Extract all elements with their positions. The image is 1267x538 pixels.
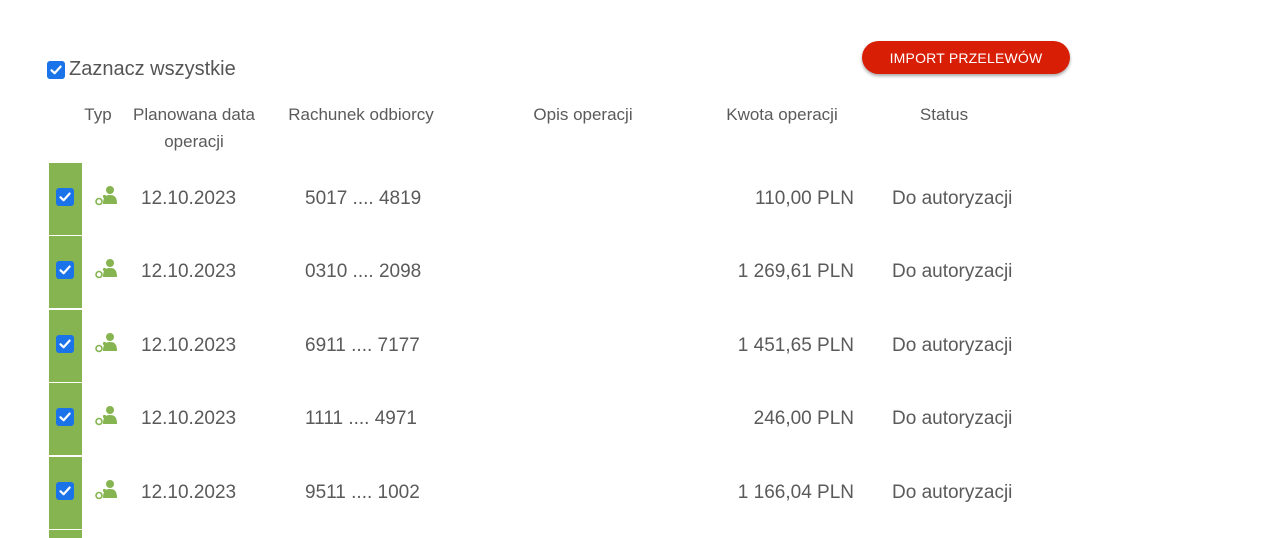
row-amount: 110,00 PLN [755, 188, 854, 209]
checkmark-icon [59, 412, 71, 422]
row-date: 12.10.2023 [141, 482, 237, 503]
row-status: Do autoryzacji [892, 188, 1013, 209]
row-checkbox[interactable] [56, 261, 74, 279]
table-row[interactable]: 12.10.2023 9511 .... 1002 1 166,04 PLN D… [0, 457, 1267, 529]
row-account: 0310 .... 2098 [305, 261, 422, 282]
row-account: 9511 .... 1002 [305, 482, 420, 503]
table-row[interactable]: 12.10.2023 1111 .... 4971 246,00 PLN Do … [0, 383, 1267, 455]
row-date: 12.10.2023 [141, 261, 237, 282]
row-checkbox-wrap [56, 408, 74, 429]
row-amount: 1 166,04 PLN [737, 482, 854, 503]
column-header-account: Rachunek odbiorcy [288, 105, 434, 124]
row-amount: 246,00 PLN [753, 408, 854, 429]
row-date: 12.10.2023 [141, 188, 237, 209]
checkmark-icon [50, 65, 62, 74]
column-header-description: Opis operacji [533, 105, 633, 124]
column-header-amount: Kwota operacji [726, 105, 838, 124]
row-checkbox[interactable] [56, 335, 74, 353]
row-account: 1111 .... 4971 [305, 408, 417, 429]
checkmark-icon [59, 486, 71, 496]
row-account: 5017 .... 4819 [305, 188, 422, 209]
row-checkbox[interactable] [56, 408, 74, 426]
row-checkbox-wrap [56, 188, 74, 209]
row-date: 12.10.2023 [141, 408, 237, 429]
checkmark-icon [59, 339, 71, 349]
select-all-checkbox[interactable] [47, 60, 65, 79]
row-amount: 1 451,65 PLN [737, 335, 854, 356]
row-status: Do autoryzacji [892, 408, 1013, 429]
row-checkbox-wrap [56, 335, 74, 356]
row-checkbox[interactable] [56, 482, 74, 500]
checkmark-icon [59, 265, 71, 275]
column-header-status: Status [919, 105, 969, 124]
row-checkbox[interactable] [56, 188, 74, 206]
select-all-control[interactable]: Zaznacz wszystkie [47, 58, 236, 81]
row-checkbox-wrap [56, 482, 74, 503]
row-account: 6911 .... 7177 [305, 335, 420, 356]
person-transfer-icon [95, 186, 117, 206]
checkmark-icon [59, 192, 71, 202]
column-header-date: Planowana data operacji [133, 105, 255, 151]
import-transfers-button[interactable]: IMPORT PRZELEWÓW [862, 41, 1070, 74]
person-transfer-icon [95, 406, 117, 426]
column-header-type: Typ [84, 105, 112, 124]
next-row-indicator [49, 530, 82, 538]
table-row[interactable]: 12.10.2023 0310 .... 2098 1 269,61 PLN D… [0, 236, 1267, 308]
person-transfer-icon [95, 480, 117, 500]
person-transfer-icon [95, 333, 117, 353]
select-all-label: Zaznacz wszystkie [69, 58, 236, 80]
row-amount: 1 269,61 PLN [737, 261, 854, 282]
row-status: Do autoryzacji [892, 261, 1013, 282]
row-status: Do autoryzacji [892, 335, 1013, 356]
person-transfer-icon [95, 259, 117, 279]
table-row[interactable]: 12.10.2023 6911 .... 7177 1 451,65 PLN D… [0, 310, 1267, 382]
row-checkbox-wrap [56, 261, 74, 282]
row-date: 12.10.2023 [141, 335, 237, 356]
row-status: Do autoryzacji [892, 482, 1013, 503]
table-row[interactable]: 12.10.2023 5017 .... 4819 110,00 PLN Do … [0, 163, 1267, 235]
